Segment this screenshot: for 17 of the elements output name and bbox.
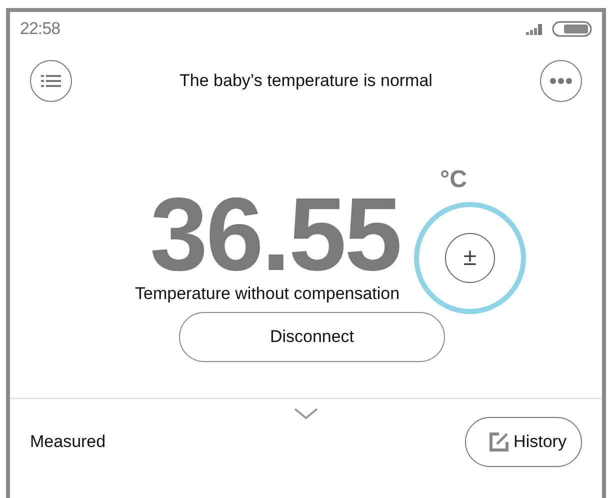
menu-button[interactable]	[30, 60, 72, 102]
section-label: Measured	[30, 431, 106, 454]
unit-label: °C	[440, 168, 467, 192]
signal-icon	[526, 23, 544, 35]
battery-icon	[552, 21, 592, 37]
status-message: The baby’s temperature is normal	[180, 70, 432, 92]
compensation-button[interactable]: ±	[445, 233, 495, 283]
disconnect-button[interactable]: Disconnect	[179, 312, 445, 362]
chevron-down-icon[interactable]	[293, 407, 319, 421]
temperature-caption: Temperature without compensation	[135, 283, 400, 305]
more-icon	[550, 78, 572, 84]
list-icon	[41, 74, 61, 88]
temperature-value: 36.55	[150, 194, 400, 278]
history-button[interactable]: History	[465, 417, 582, 467]
edit-icon	[488, 432, 509, 452]
more-button[interactable]	[540, 60, 582, 102]
status-time: 22:58	[20, 18, 60, 40]
